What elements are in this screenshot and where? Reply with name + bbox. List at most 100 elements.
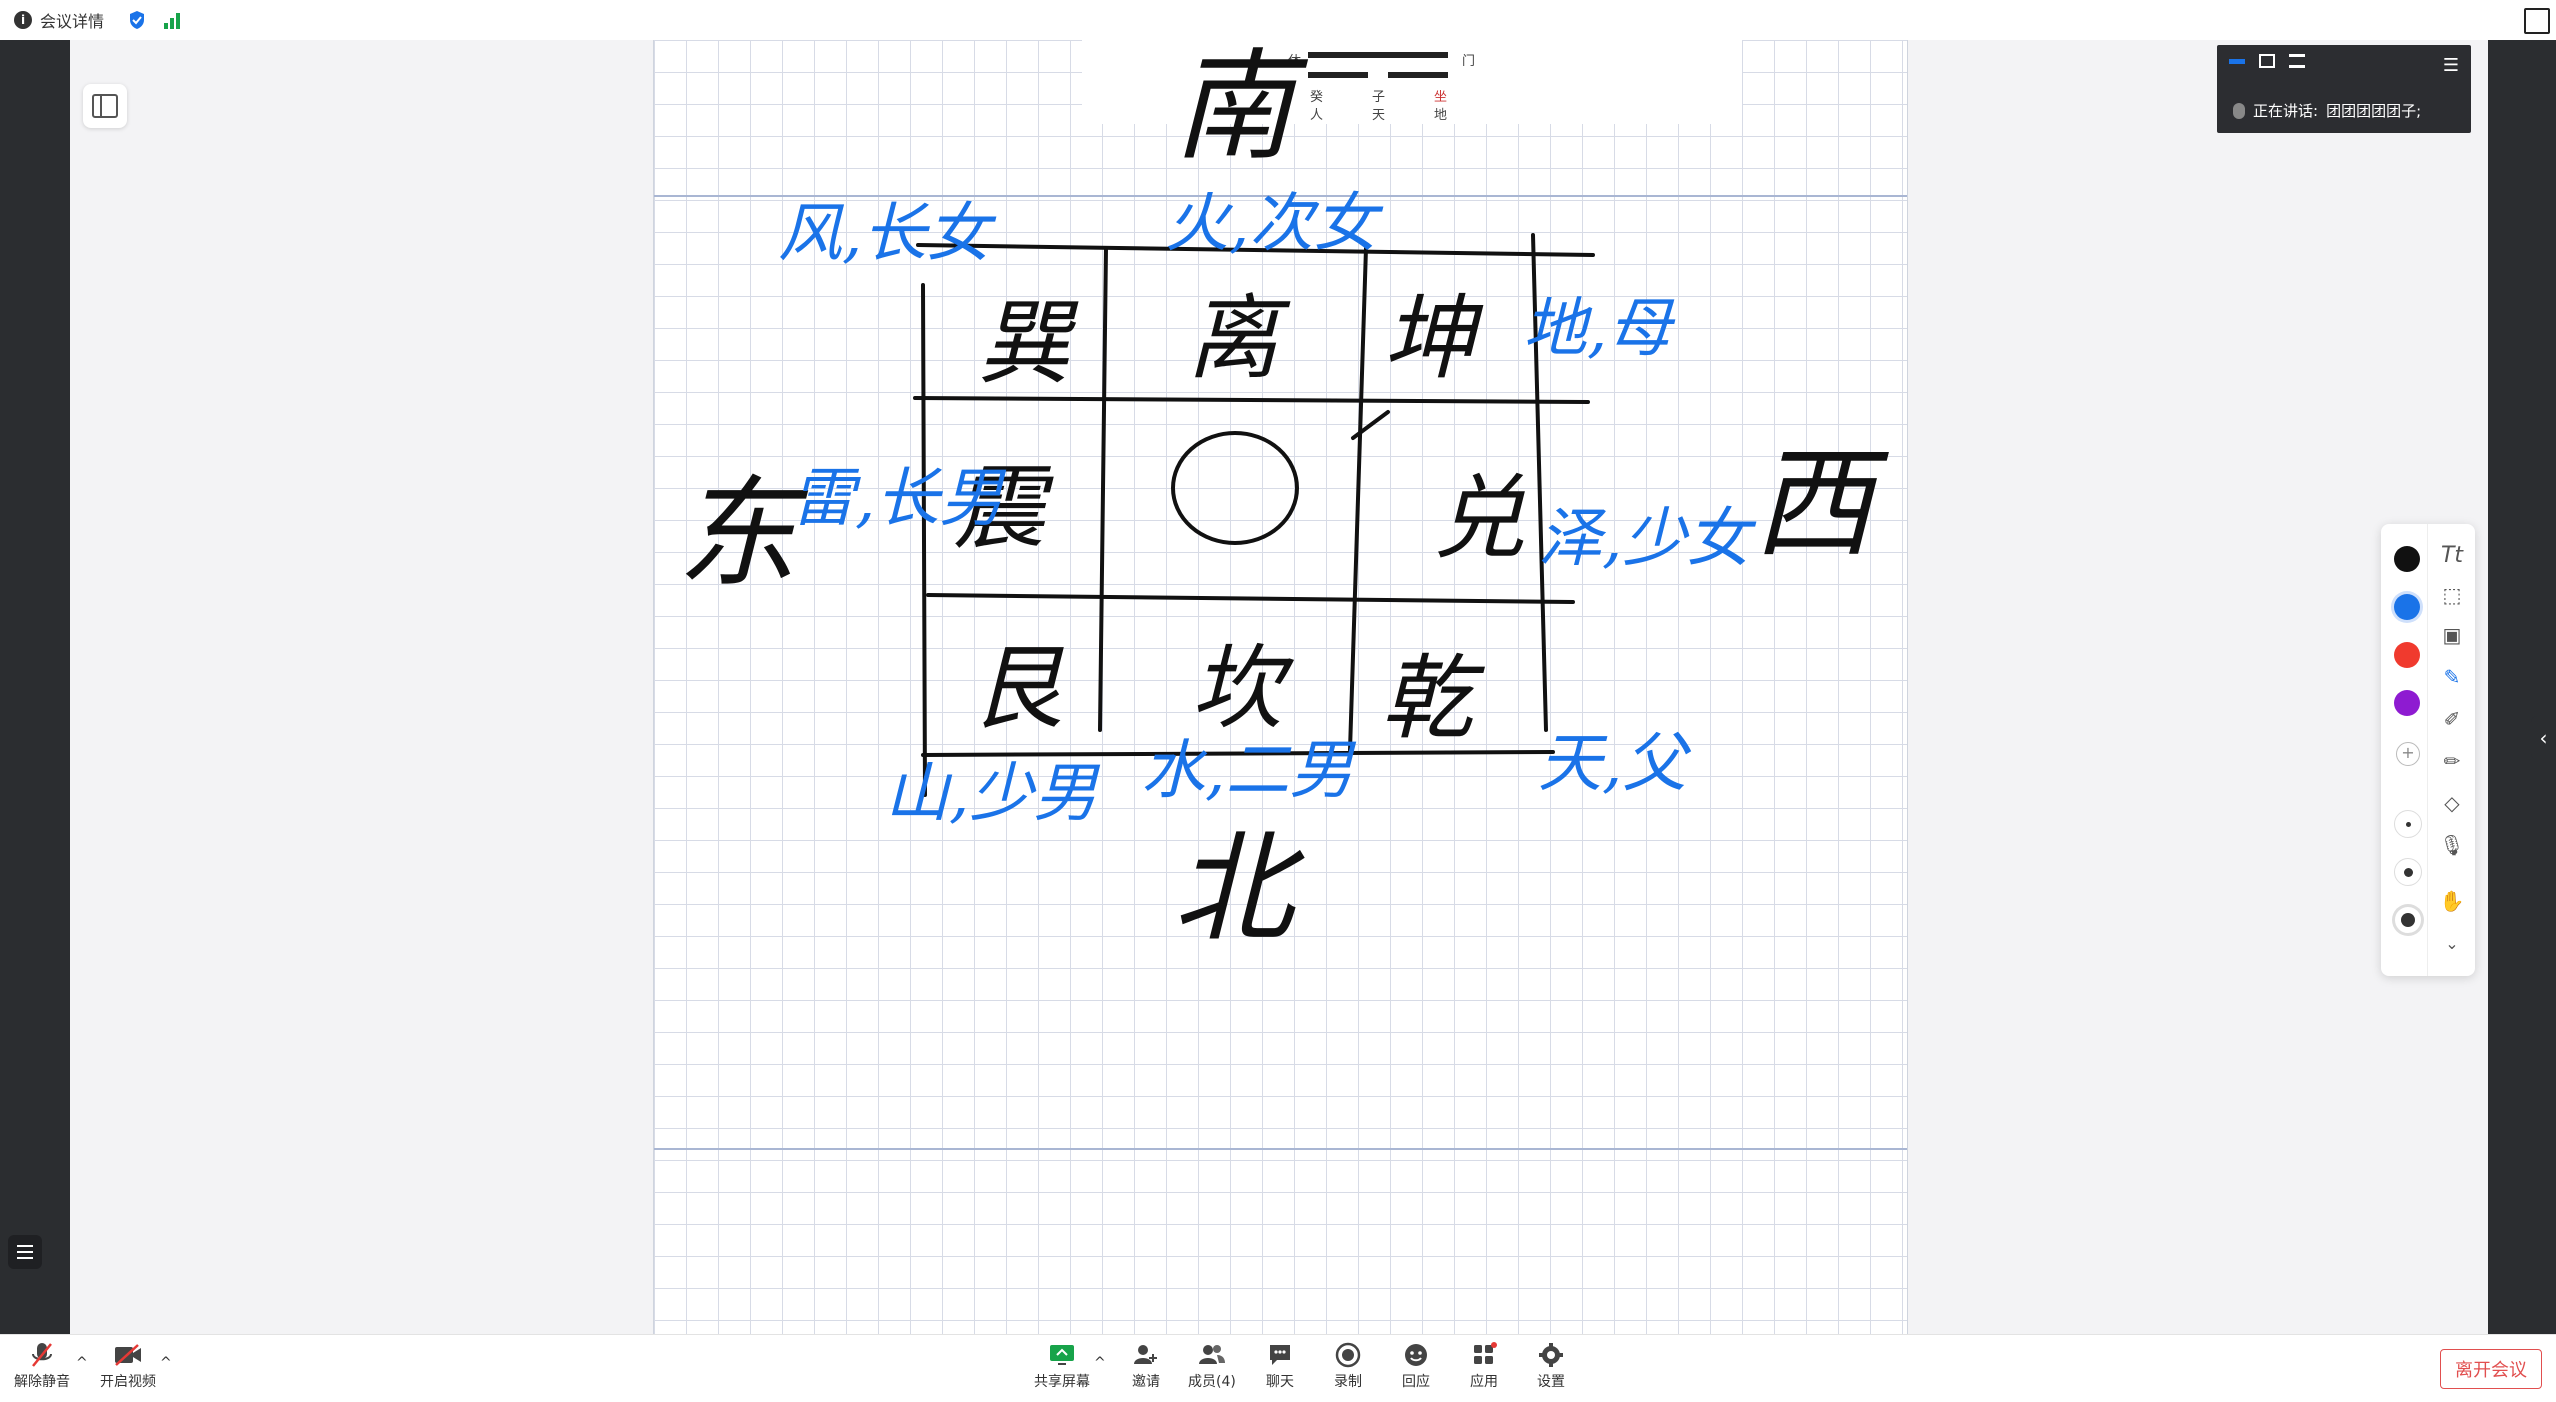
speaking-indicator: 正在讲话: 团团团团团子; [2233, 100, 2421, 121]
trigram-dui: 兑 [1433, 465, 1525, 572]
share-screen-icon [1044, 1339, 1080, 1371]
trigram-qian: 乾 [1381, 645, 1485, 752]
ink-stroke [921, 283, 927, 797]
speaker-name: 团团团团团子; [2326, 102, 2422, 120]
ink-stroke [1098, 246, 1108, 732]
gear-icon [1533, 1339, 1569, 1371]
chevron-up-icon[interactable]: ^ [160, 1355, 172, 1371]
chat-button[interactable]: 聊天 [1262, 1339, 1298, 1391]
sidebar-icon [92, 94, 118, 118]
fullscreen-button[interactable] [2524, 8, 2550, 34]
record-label: 录制 [1334, 1374, 1362, 1390]
members-button[interactable]: 成员(4) [1188, 1339, 1236, 1391]
stroke-size-small[interactable] [2394, 810, 2422, 838]
chat-label: 聊天 [1266, 1374, 1294, 1390]
trigram-li: 离 [1187, 285, 1291, 392]
trigram-kun: 坤 [1383, 285, 1484, 392]
collapse-panel-button[interactable]: ‹ [2531, 716, 2556, 760]
ink-circle [1171, 431, 1299, 545]
ink-stroke [926, 593, 1575, 604]
annotation-lake: 泽,少女 [1538, 502, 1757, 576]
list-view-icon[interactable]: ☰ [2443, 55, 2459, 76]
annotation-toolbar: + Tt ⬚ ▣ ✎ ✐ ✏ ◇ 🎙 ✋ ⌄ [2381, 524, 2475, 976]
signal-icon[interactable] [164, 11, 181, 29]
invite-icon [1128, 1339, 1164, 1371]
speaking-label: 正在讲话: [2253, 102, 2319, 120]
annotation-fire: 火,次女 [1165, 187, 1384, 261]
share-screen-label: 共享屏幕 [1034, 1374, 1090, 1390]
share-screen-button[interactable]: 共享屏幕 [1034, 1339, 1090, 1391]
settings-button[interactable]: 设置 [1533, 1339, 1569, 1391]
shield-icon[interactable] [128, 10, 146, 30]
stroke-size-medium[interactable] [2394, 858, 2422, 886]
annotation-heaven: 天,父 [1538, 727, 1691, 801]
members-icon [1194, 1339, 1230, 1371]
start-video-label: 开启视频 [100, 1374, 156, 1390]
ink-layer: 巽 离 坤 震 兑 艮 坎 乾 南 北 东 西 风,长女 火,次女 地,母 雷,… [677, 40, 1889, 959]
invite-label: 邀请 [1132, 1374, 1160, 1390]
leave-meeting-button[interactable]: 离开会议 [2440, 1349, 2542, 1389]
unmute-button[interactable]: 解除静音 [14, 1339, 70, 1391]
apps-button[interactable]: 应用 [1466, 1339, 1502, 1391]
hand-icon[interactable]: ✋ [2437, 886, 2467, 916]
left-rail [0, 40, 70, 1334]
color-palette: + [2381, 524, 2428, 976]
select-rect-icon[interactable]: ⬚ [2437, 580, 2467, 610]
meeting-details-label[interactable]: 会议详情 [40, 8, 104, 32]
color-purple[interactable] [2394, 690, 2420, 716]
info-icon: i [14, 11, 32, 29]
camera-off-icon [110, 1339, 146, 1371]
outline-list-button[interactable] [8, 1235, 42, 1269]
emoji-icon [1398, 1339, 1434, 1371]
chevron-down-icon[interactable]: ⌄ [2437, 928, 2467, 958]
add-color-button[interactable]: + [2396, 742, 2420, 766]
view-controls [2229, 54, 2305, 68]
direction-north: 北 [1173, 820, 1305, 959]
image-icon[interactable]: ▣ [2437, 620, 2467, 650]
meeting-info[interactable]: i 会议详情 [14, 8, 181, 32]
annotation-mountain: 山,少男 [885, 757, 1100, 831]
apps-label: 应用 [1470, 1374, 1498, 1390]
color-blue[interactable] [2394, 594, 2420, 620]
ink-stroke [1348, 246, 1368, 752]
bottom-toolbar: 解除静音 ^ 开启视频 ^ 共享屏幕 ^ 邀请 成员(4) 聊天 录制 回应 应… [0, 1334, 2556, 1402]
text-tool-icon[interactable]: Tt [2437, 540, 2467, 570]
settings-label: 设置 [1537, 1374, 1565, 1390]
speaking-panel[interactable]: ☰ 正在讲话: 团团团团团子; [2217, 45, 2471, 133]
marker-icon[interactable]: ✐ [2437, 704, 2467, 734]
window-icon[interactable] [2259, 54, 2275, 68]
minimize-icon[interactable] [2229, 59, 2245, 64]
record-button[interactable]: 录制 [1330, 1339, 1366, 1391]
color-black[interactable] [2394, 546, 2420, 572]
direction-east: 东 [677, 465, 809, 604]
top-bar: i 会议详情 [0, 0, 2556, 41]
invite-button[interactable]: 邀请 [1128, 1339, 1164, 1391]
stroke-size-large[interactable] [2394, 906, 2422, 934]
direction-west: 西 [1753, 435, 1889, 574]
members-label: 成员(4) [1188, 1374, 1236, 1390]
mic-icon[interactable]: 🎙 [2437, 830, 2467, 860]
annotation-water: 水,二男 [1141, 734, 1356, 808]
ink-stroke [913, 396, 1590, 404]
chevron-up-icon[interactable]: ^ [76, 1355, 88, 1371]
direction-south: 南 [1173, 40, 1309, 177]
annotation-earth: 地,母 [1523, 292, 1676, 366]
highlighter-icon[interactable]: ✏ [2437, 746, 2467, 776]
meeting-stage: 休 门 癸 子 坐 人 天 地 巽 离 坤 震 兑 艮 坎 乾 南 北 东 西 … [0, 40, 2556, 1334]
chat-icon [1262, 1339, 1298, 1371]
color-red[interactable] [2394, 642, 2420, 668]
mic-icon [2233, 102, 2245, 119]
apps-icon [1466, 1339, 1502, 1371]
trigram-gen: 艮 [971, 635, 1064, 742]
mic-off-icon [24, 1339, 60, 1371]
start-video-button[interactable]: 开启视频 [100, 1339, 156, 1391]
eraser-icon[interactable]: ◇ [2437, 788, 2467, 818]
right-rail [2488, 40, 2556, 1334]
ink-stroke [1351, 410, 1390, 440]
record-icon [1330, 1339, 1366, 1371]
grid-view-icon[interactable] [2289, 54, 2305, 68]
sidebar-toggle-button[interactable] [83, 84, 127, 128]
reply-button[interactable]: 回应 [1398, 1339, 1434, 1391]
pen-icon[interactable]: ✎ [2437, 662, 2467, 692]
chevron-up-icon[interactable]: ^ [1094, 1355, 1106, 1371]
